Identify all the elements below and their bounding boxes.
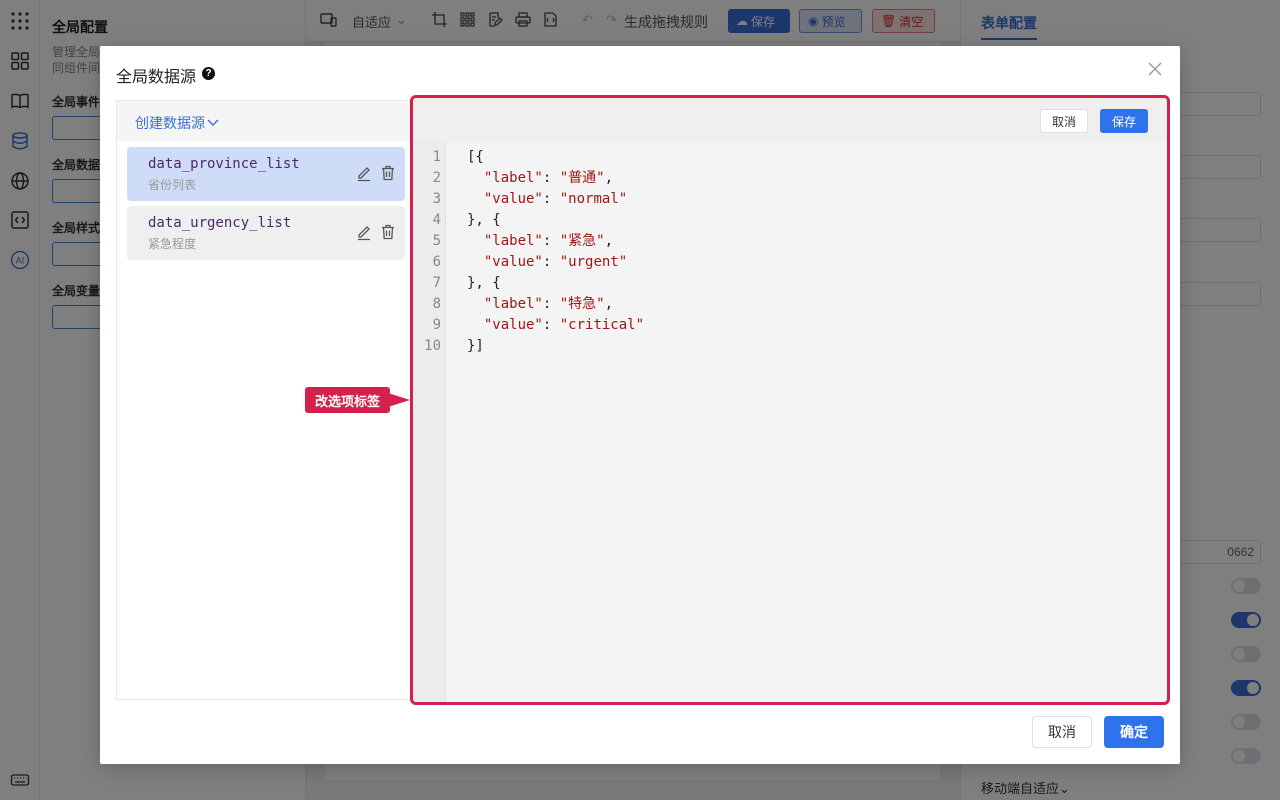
code-text: "value": "normal" xyxy=(483,191,628,207)
editor-cancel-button[interactable]: 取消 xyxy=(1040,109,1088,133)
datasource-item-province[interactable]: data_province_list 省份列表 xyxy=(127,147,405,201)
datasource-list-header: 创建数据源 xyxy=(117,101,411,141)
delete-icon[interactable] xyxy=(380,165,396,181)
code-text: "label": "紧急", xyxy=(483,233,614,249)
create-datasource-label: 创建数据源 xyxy=(135,115,205,131)
edit-icon[interactable] xyxy=(356,166,372,182)
code-text: "value": "urgent" xyxy=(483,254,628,270)
code-text: }, { xyxy=(467,275,501,291)
question-circle-icon[interactable]: ? xyxy=(202,67,215,80)
edit-icon[interactable] xyxy=(356,225,372,241)
code-text: "label": "普通", xyxy=(483,170,614,186)
code-line: 7 }, { xyxy=(413,273,1167,294)
global-datasource-dialog: 全局数据源 ? 创建数据源 data_province_list 省份列表 da… xyxy=(100,46,1180,764)
code-line: 3 "value": "normal" xyxy=(413,189,1167,210)
code-line: 4 }, { xyxy=(413,210,1167,231)
datasource-name: data_urgency_list xyxy=(148,215,292,231)
line-number: 4 xyxy=(432,212,441,228)
code-line: 2 "label": "普通", xyxy=(413,168,1167,189)
code-line: 6 "value": "urgent" xyxy=(413,252,1167,273)
datasource-desc: 紧急程度 xyxy=(148,237,197,251)
datasource-name: data_province_list xyxy=(148,156,300,172)
annotation-callout: 改选项标签 xyxy=(305,387,410,413)
close-icon[interactable] xyxy=(1148,62,1162,76)
code-line: 10}] xyxy=(413,336,1167,357)
chevron-down-icon xyxy=(207,119,219,126)
dialog-cancel-button[interactable]: 取消 xyxy=(1032,716,1092,748)
line-number: 8 xyxy=(432,296,441,312)
line-number: 2 xyxy=(432,170,441,186)
create-datasource-dropdown[interactable]: 创建数据源 xyxy=(135,113,219,133)
code-line: 9 "value": "critical" xyxy=(413,315,1167,336)
code-text: }, { xyxy=(467,212,501,228)
datasource-desc: 省份列表 xyxy=(148,178,197,192)
datasource-item-urgency[interactable]: data_urgency_list 紧急程度 xyxy=(127,206,405,260)
dialog-confirm-button[interactable]: 确定 xyxy=(1104,716,1164,748)
line-number: 7 xyxy=(432,275,441,291)
code-text: "label": "特急", xyxy=(483,296,614,312)
dialog-title: 全局数据源 xyxy=(116,69,197,86)
code-text: [{ xyxy=(467,149,484,165)
code-line: 1 [{ xyxy=(413,147,1167,168)
line-number: 10 xyxy=(424,338,441,354)
code-line: 5 "label": "紧急", xyxy=(413,231,1167,252)
delete-icon[interactable] xyxy=(380,224,396,240)
code-line: 8 "label": "特急", xyxy=(413,294,1167,315)
json-editor-panel: 取消 保存 1[{2 "label": "普通", 3 "value": "nor… xyxy=(410,95,1170,705)
line-number: 6 xyxy=(432,254,441,270)
line-number: 1 xyxy=(432,149,441,165)
code-text: }] xyxy=(467,338,484,354)
line-number: 5 xyxy=(432,233,441,249)
line-number: 9 xyxy=(432,317,441,333)
line-number: 3 xyxy=(432,191,441,207)
editor-save-button[interactable]: 保存 xyxy=(1100,109,1148,133)
code-text: "value": "critical" xyxy=(483,317,645,333)
editor-toolbar: 取消 保存 xyxy=(413,98,1167,142)
